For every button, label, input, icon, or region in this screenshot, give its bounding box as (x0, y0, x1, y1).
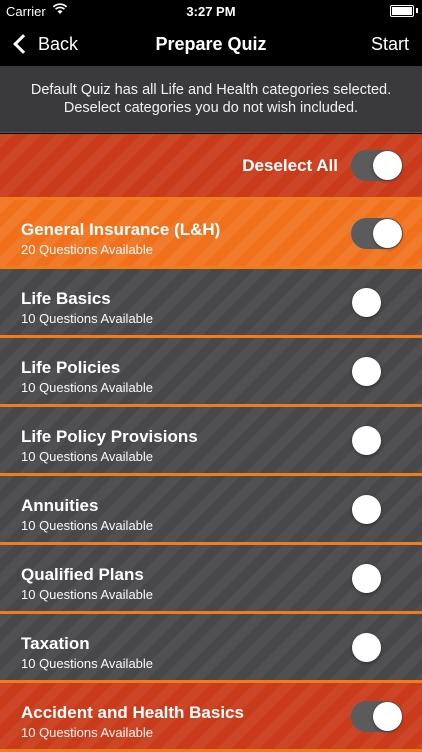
status-bar: Carrier 3:27 PM (0, 0, 422, 22)
category-question-count: 10 Questions Available (21, 380, 154, 395)
info-line-1: Default Quiz has all Life and Health cat… (30, 82, 392, 98)
navigation-bar: Back Prepare Quiz Start (0, 22, 422, 66)
category-title: Taxation (21, 634, 90, 653)
category-toggle[interactable] (351, 563, 403, 594)
category-toggle[interactable] (351, 632, 403, 663)
category-title: Life Policies (21, 358, 121, 377)
category-toggle[interactable] (351, 287, 403, 318)
category-toggle[interactable] (351, 425, 403, 456)
deselect-all-toggle[interactable] (351, 150, 403, 181)
category-title: Life Policy Provisions (21, 427, 198, 446)
back-button-label: Back (38, 33, 79, 54)
category-row: Life Basics 10 Questions Available (0, 269, 422, 338)
category-question-count: 10 Questions Available (21, 449, 154, 464)
category-question-count: 10 Questions Available (21, 587, 154, 602)
battery-icon (390, 5, 414, 17)
category-title: General Insurance (L&H) (21, 220, 221, 239)
toggle-knob (352, 357, 381, 386)
toggle-knob (352, 495, 381, 524)
toggle-knob (352, 288, 381, 317)
category-row: Life Policy Provisions 10 Questions Avail… (0, 407, 422, 476)
toggle-knob (373, 151, 402, 180)
toggle-knob (352, 426, 381, 455)
toggle-knob (373, 219, 402, 248)
deselect-all-label: Deselect All (242, 156, 338, 175)
category-row: Annuities 10 Questions Available (0, 476, 422, 545)
deselect-all-row: Deselect All (0, 134, 422, 200)
battery-tip (416, 8, 418, 13)
category-title: Annuities (21, 496, 99, 515)
info-text: Default Quiz has all Life and Health cat… (31, 81, 391, 117)
category-question-count: 10 Questions Available (21, 311, 154, 326)
category-row: Accident and Health Basics 10 Questions A… (0, 683, 422, 752)
category-question-count: 10 Questions Available (21, 518, 154, 533)
start-button[interactable]: Start (371, 22, 409, 66)
category-row: General Insurance (L&H) 20 Questions Avai… (0, 200, 422, 269)
category-title: Qualified Plans (21, 565, 144, 584)
toggle-knob (373, 702, 402, 731)
back-button[interactable]: Back (10, 22, 78, 66)
category-toggle[interactable] (351, 218, 403, 249)
category-question-count: 20 Questions Available (21, 242, 154, 257)
info-banner: Default Quiz has all Life and Health cat… (0, 66, 422, 133)
category-row: Qualified Plans 10 Questions Available (0, 545, 422, 614)
category-question-count: 10 Questions Available (21, 725, 154, 740)
category-toggle[interactable] (351, 701, 403, 732)
category-title: Accident and Health Basics (21, 703, 244, 722)
info-line-2: Deselect categories you do not wish incl… (63, 100, 359, 116)
category-toggle[interactable] (351, 494, 403, 525)
toggle-knob (352, 633, 381, 662)
category-title: Life Basics (21, 289, 111, 308)
category-list: General Insurance (L&H) 20 Questions Avai… (0, 200, 422, 752)
category-row: Taxation 10 Questions Available (0, 614, 422, 683)
category-question-count: 10 Questions Available (21, 656, 154, 671)
status-time: 3:27 PM (186, 4, 236, 19)
chevron-left-icon (13, 34, 33, 54)
category-toggle[interactable] (351, 356, 403, 387)
toggle-knob (352, 564, 381, 593)
category-row: Life Policies 10 Questions Available (0, 338, 422, 407)
